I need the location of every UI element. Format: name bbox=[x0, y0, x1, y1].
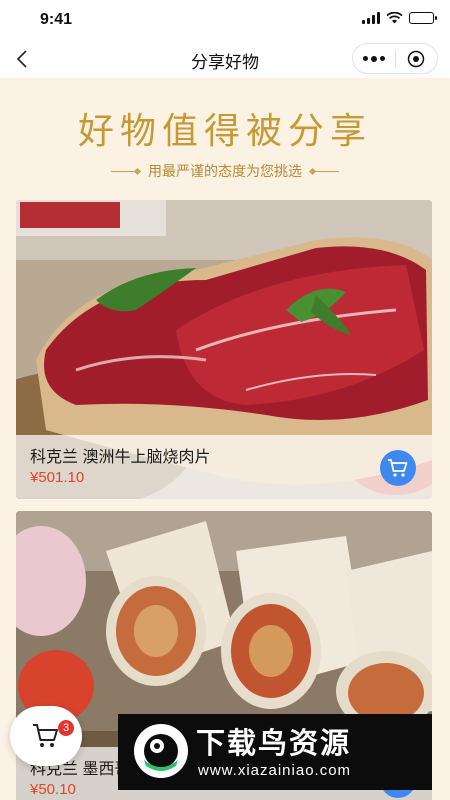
shopping-cart-icon bbox=[33, 724, 58, 747]
status-bar: 9:41 bbox=[0, 0, 450, 40]
status-icons bbox=[362, 12, 437, 24]
hero-subtitle: 用最严谨的态度为您挑选 bbox=[0, 161, 450, 181]
add-to-cart-button[interactable] bbox=[380, 450, 416, 486]
hero-title: 好物值得被分享 bbox=[77, 111, 372, 152]
watermark-url: www.xiazainiao.com bbox=[198, 762, 352, 779]
cart-icon bbox=[388, 459, 408, 477]
status-time: 9:41 bbox=[40, 11, 73, 28]
product-price: ¥501.10 bbox=[30, 469, 85, 486]
product-card[interactable]: 科克兰 澳洲牛上脑烧肉片 ¥501.10 bbox=[16, 200, 432, 499]
deco-line-right bbox=[308, 167, 339, 175]
product-price: ¥50.10 bbox=[30, 781, 76, 798]
cellular-signal-icon bbox=[362, 12, 380, 24]
target-close-icon bbox=[408, 50, 425, 67]
nav-bar: 分享好物 bbox=[0, 40, 450, 78]
more-button[interactable] bbox=[353, 55, 395, 62]
deco-line-left bbox=[111, 167, 142, 175]
product-info: 科克兰 澳洲牛上脑烧肉片 ¥501.10 bbox=[16, 435, 432, 499]
watermark-banner: 下载鸟资源 www.xiazainiao.com bbox=[118, 714, 432, 790]
battery-icon bbox=[409, 12, 437, 24]
floating-cart-button[interactable]: 3 bbox=[10, 706, 82, 766]
wifi-icon bbox=[386, 12, 403, 24]
hero-subtitle-text: 用最严谨的态度为您挑选 bbox=[148, 163, 302, 179]
close-button[interactable] bbox=[396, 50, 438, 68]
product-name: 科克兰 澳洲牛上脑烧肉片 bbox=[30, 449, 211, 466]
cart-count-badge: 3 bbox=[58, 720, 74, 736]
mini-program-capsule bbox=[352, 43, 438, 74]
watermark-text: 下载鸟资源 bbox=[196, 728, 352, 760]
bird-logo-icon bbox=[134, 724, 188, 778]
